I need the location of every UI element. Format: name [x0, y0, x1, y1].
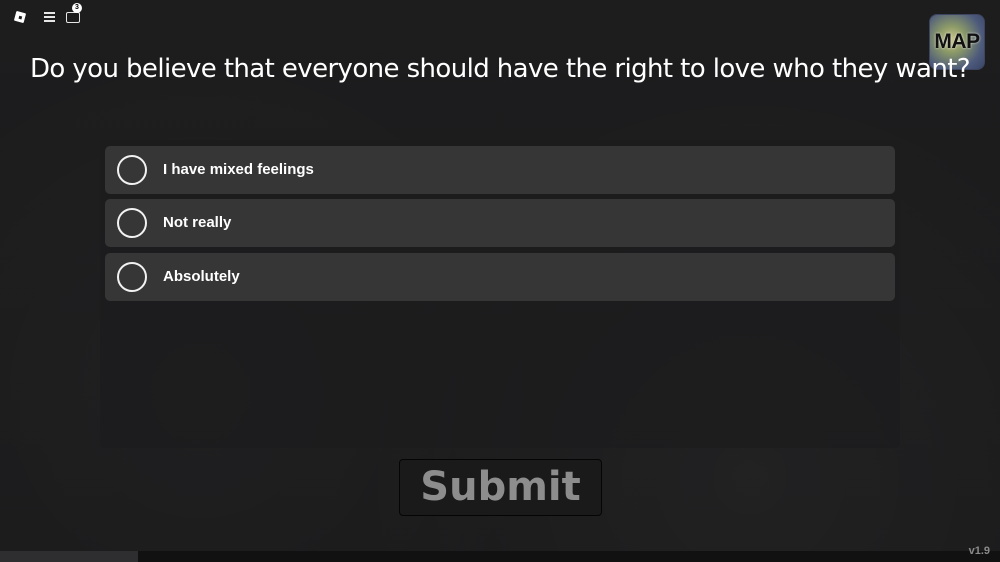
roblox-logo-icon[interactable]: [12, 9, 28, 25]
option-absolutely[interactable]: Absolutely: [105, 253, 895, 301]
radio-button[interactable]: [117, 155, 147, 185]
map-label: MAP: [934, 30, 980, 53]
version-label: v1.9: [968, 545, 990, 557]
top-bar: 3: [0, 0, 200, 34]
chat-icon[interactable]: 3: [65, 3, 82, 25]
radio-button[interactable]: [117, 208, 147, 238]
bottom-progress: [0, 551, 138, 562]
option-not-really[interactable]: Not really: [105, 199, 895, 247]
option-mixed-feelings[interactable]: I have mixed feelings: [105, 146, 895, 194]
question-text: Do you believe that everyone should have…: [30, 54, 971, 84]
chat-badge: 3: [72, 3, 82, 13]
submit-button[interactable]: Submit: [399, 459, 602, 516]
option-label: I have mixed feelings: [163, 161, 314, 178]
option-label: Absolutely: [163, 268, 240, 285]
radio-button[interactable]: [117, 262, 147, 292]
menu-icon[interactable]: [41, 9, 57, 25]
bottom-bar: [0, 551, 1000, 562]
option-label: Not really: [163, 214, 232, 231]
